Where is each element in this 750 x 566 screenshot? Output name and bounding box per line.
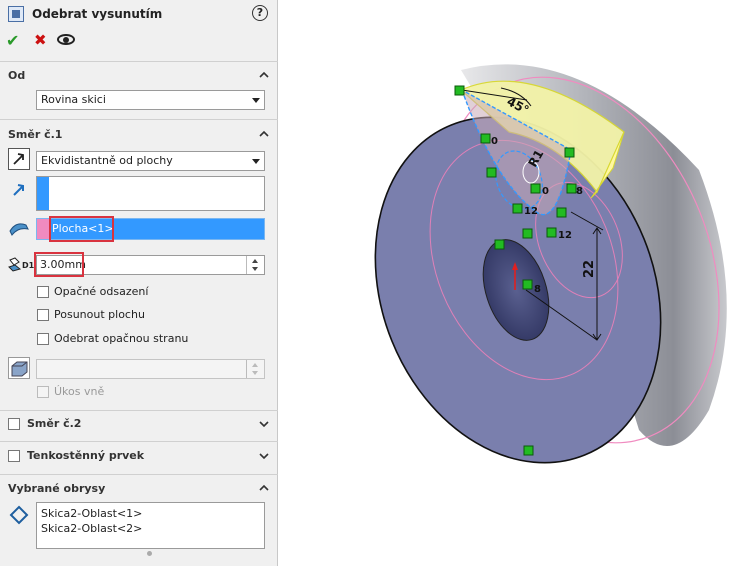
list-item[interactable]: Skica2-Oblast<2> <box>41 522 142 535</box>
relation-label: 12 <box>558 230 572 241</box>
selected-contours-list[interactable]: Skica2-Oblast<1> Skica2-Oblast<2> <box>36 502 265 549</box>
chevron-down-icon[interactable] <box>259 451 269 461</box>
relation-tangent-icon <box>512 203 523 214</box>
chevron-down-icon[interactable] <box>259 419 269 429</box>
list-item[interactable]: Skica2-Oblast<1> <box>41 507 142 520</box>
graphics-viewport[interactable]: 45° R1 22 0 0 12 12 8 8 <box>279 0 750 566</box>
reverse-direction-icon <box>13 153 24 165</box>
property-manager-panel: Odebrat vysunutím ? ✔ ✖ Od Rovina skici … <box>0 0 278 566</box>
section-title-thin-feature: Tenkostěnný prvek <box>27 449 145 462</box>
relation-label: 8 <box>576 186 583 197</box>
divider <box>0 410 278 411</box>
reverse-offset-checkbox[interactable] <box>37 286 49 298</box>
relation-tangent-icon <box>556 207 567 218</box>
direction2-checkbox[interactable] <box>8 418 20 430</box>
flip-side-label: Odebrat opačnou stranu <box>54 332 189 345</box>
highlight-face-callout <box>49 216 114 242</box>
from-select[interactable]: Rovina skici <box>36 90 265 110</box>
dropdown-arrow-icon <box>252 159 260 164</box>
translate-surface-checkbox[interactable] <box>37 309 49 321</box>
ok-button[interactable]: ✔ <box>6 31 19 50</box>
help-button[interactable]: ? <box>252 5 268 21</box>
direction-vector-icon <box>9 180 29 200</box>
chevron-up-icon[interactable] <box>259 129 269 139</box>
direction-vector-color-bar <box>37 177 49 210</box>
end-condition-select[interactable]: Ekvidistantně od plochy <box>36 151 265 171</box>
draft-icon <box>11 361 28 377</box>
thin-feature-checkbox[interactable] <box>8 450 20 462</box>
end-condition-value: Ekvidistantně od plochy <box>41 154 173 167</box>
translate-surface-label: Posunout plochu <box>54 308 145 321</box>
reverse-direction-button[interactable] <box>8 148 30 170</box>
divider <box>0 441 278 442</box>
preview-eye-icon[interactable] <box>57 34 75 45</box>
section-title-direction2: Směr č.2 <box>27 417 82 430</box>
offset-spinner-icon[interactable] <box>246 256 264 274</box>
section-title-selected-contours: Vybrané obrysy <box>8 482 106 495</box>
face-color-bar <box>37 219 49 239</box>
divider <box>0 474 278 475</box>
draft-outward-label: Úkos vně <box>54 385 105 398</box>
draft-spinner-icon <box>246 360 264 378</box>
from-select-value: Rovina skici <box>41 93 106 106</box>
relation-label: 0 <box>542 186 549 197</box>
face-selection-icon <box>8 219 30 239</box>
direction-vector-box[interactable] <box>36 176 265 211</box>
endpoint-marker-icon <box>454 85 465 96</box>
offset-distance-icon: D1 <box>7 255 35 273</box>
offset-distance-label: D1 <box>22 261 35 270</box>
endpoint-marker-icon <box>566 183 577 194</box>
relation-coincident-icon <box>480 133 491 144</box>
relation-label: 8 <box>534 284 541 295</box>
length-dimension: 22 <box>582 260 597 278</box>
dropdown-arrow-icon <box>252 98 260 103</box>
divider <box>0 61 278 62</box>
resize-grip-icon[interactable] <box>147 551 152 556</box>
highlight-offset-callout <box>34 252 84 277</box>
draft-outward-checkbox <box>37 386 49 398</box>
model-svg: 45° R1 22 0 0 12 12 8 8 <box>374 64 727 464</box>
flip-side-checkbox[interactable] <box>37 333 49 345</box>
relation-fixed-icon <box>494 239 505 250</box>
feature-title: Odebrat vysunutím <box>32 7 163 21</box>
relation-vertical-icon <box>522 228 533 239</box>
extruded-cut-icon <box>8 6 24 22</box>
section-title-from: Od <box>8 69 26 82</box>
relation-label: 0 <box>491 136 498 147</box>
cancel-button[interactable]: ✖ <box>34 31 47 49</box>
chevron-up-icon[interactable] <box>259 70 269 80</box>
chevron-up-icon[interactable] <box>259 483 269 493</box>
relation-tangent-icon <box>486 167 497 178</box>
endpoint-marker-icon <box>522 279 533 290</box>
section-title-direction1: Směr č.1 <box>8 128 63 141</box>
endpoint-marker-icon <box>564 147 575 158</box>
draft-button[interactable] <box>8 357 30 379</box>
reverse-offset-label: Opačné odsazení <box>54 285 149 298</box>
draft-angle-input[interactable] <box>36 359 265 379</box>
endpoint-marker-icon <box>523 445 534 456</box>
relation-coincident-icon <box>530 183 541 194</box>
relation-label: 12 <box>524 206 538 217</box>
divider <box>0 119 278 120</box>
relation-tangent-icon <box>546 227 557 238</box>
selected-contours-icon <box>9 505 29 525</box>
